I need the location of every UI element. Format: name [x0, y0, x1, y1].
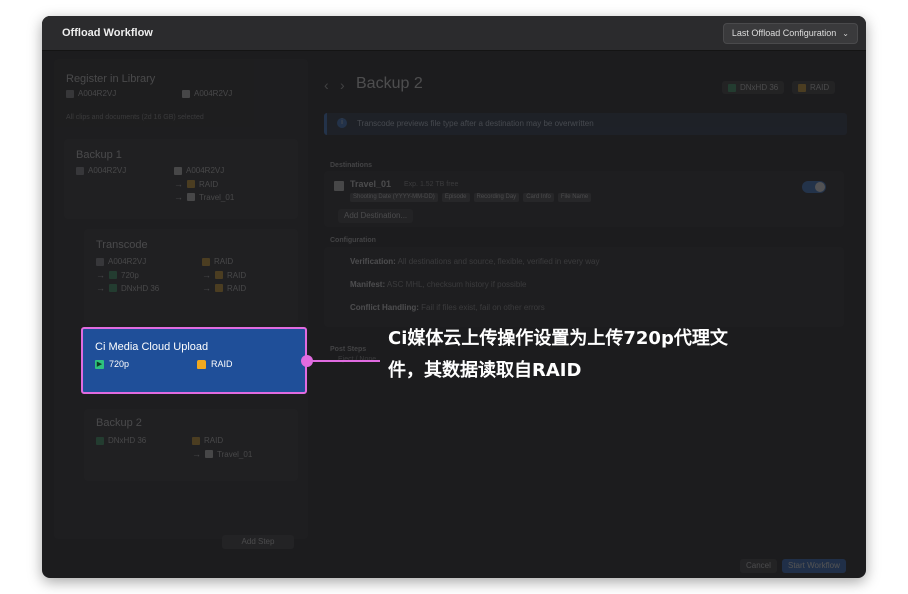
conflict-handling-row[interactable]: Conflict Handling: Fail if files exist, … [350, 303, 545, 312]
step-title: Backup 2 [356, 75, 423, 92]
drive-icon [205, 450, 213, 458]
backup2-card[interactable]: Backup 2 DNxHD 36 RAID → Travel_01 [84, 409, 298, 481]
forward-chevron-icon[interactable]: › [340, 77, 345, 93]
arrow-right-icon: → [202, 283, 211, 293]
title-bar: Offload Workflow Last Offload Configurat… [42, 16, 866, 51]
callout-connector-line [306, 360, 380, 362]
post-steps-label: Post Steps [330, 346, 367, 353]
proxy-icon [96, 436, 104, 445]
card-icon [76, 166, 84, 175]
path-template: Shooting Date (YYYY-MM-DD) Episode Recor… [350, 193, 592, 202]
backup1-dest-raid: → RAID [174, 179, 219, 189]
transcode-card[interactable]: Transcode A004R2VJ RAID → 720p → RAID → … [84, 229, 298, 324]
proxy-icon [109, 271, 117, 279]
raid-icon [798, 83, 806, 92]
raid-icon [192, 436, 200, 445]
register-title: Register in Library [66, 73, 156, 85]
drive-icon [187, 193, 195, 201]
upload-source: RAID [197, 359, 233, 369]
arrow-right-icon: → [174, 192, 183, 202]
path-chip: Card Info [523, 193, 554, 202]
raid-icon [197, 359, 206, 369]
destinations-label: Destinations [330, 162, 373, 169]
arrow-right-icon: → [174, 179, 183, 189]
destination-toggle[interactable] [802, 181, 826, 193]
callout-line-1: Ci媒体云上传操作设置为上传720p代理文 [388, 328, 728, 349]
workflow-steps-panel: Register in Library A004R2VJ A004R2VJ Al… [54, 59, 308, 549]
callout-connector-dot [301, 355, 313, 367]
info-icon: i [337, 118, 347, 128]
ci-media-cloud-upload-card[interactable]: Ci Media Cloud Upload ▶ 720p RAID [81, 327, 307, 394]
arrow-right-icon: → [202, 270, 211, 280]
manifest-row[interactable]: Manifest: ASC MHL, checksum history if p… [350, 280, 527, 289]
start-workflow-button[interactable]: Start Workflow [782, 559, 846, 573]
upload-proxy: ▶ 720p [95, 359, 130, 369]
arrow-right-icon: → [96, 270, 105, 280]
info-banner: i Transcode previews file type after a d… [324, 113, 847, 135]
proxy-icon [109, 284, 117, 292]
drive-icon [182, 89, 190, 98]
configuration-box: Verification: All destinations and sourc… [324, 247, 844, 327]
drive-icon [334, 181, 344, 191]
drive-icon [174, 166, 182, 175]
add-step-button[interactable]: Add Step [222, 535, 294, 549]
transcode-target: RAID [202, 257, 233, 266]
destinations-box: Travel_01 Exp. 1.52 TB free Shooting Dat… [324, 171, 844, 227]
step-detail-panel: ‹ › Backup 2 DNxHD 36 RAID i Transcode p… [316, 59, 856, 573]
backup2-raid: RAID [192, 436, 223, 445]
transcode-720p: → 720p [96, 270, 139, 280]
configuration-dropdown-label: Last Offload Configuration [731, 28, 837, 38]
backup1-drive: A004R2VJ [174, 166, 224, 175]
format-tag: DNxHD 36 [722, 81, 785, 94]
destination-meta: Exp. 1.52 TB free [404, 181, 459, 188]
arrow-right-icon: → [192, 449, 201, 459]
backup1-title: Backup 1 [76, 149, 122, 161]
configuration-dropdown[interactable]: Last Offload Configuration ⌄ [722, 23, 858, 44]
proxy-icon [728, 83, 736, 92]
card-icon [66, 89, 74, 98]
destination-name: Travel_01 [350, 179, 392, 189]
path-chip: Recording Day [473, 193, 520, 202]
path-chip: File Name [557, 193, 592, 202]
callout-annotation: Ci媒体云上传操作设置为上传720p代理文 件，其数据读取自RAID [388, 323, 788, 387]
transcode-dnxhd: → DNxHD 36 [96, 283, 160, 293]
raid-icon [215, 271, 223, 279]
cancel-button[interactable]: Cancel [740, 559, 777, 573]
backup2-travel: → Travel_01 [192, 449, 253, 459]
transcode-source: A004R2VJ [96, 257, 146, 266]
register-device: A004R2VJ [182, 89, 232, 98]
backup2-title: Backup 2 [96, 417, 142, 429]
chevron-down-icon: ⌄ [842, 29, 849, 38]
upload-card-title: Ci Media Cloud Upload [95, 341, 209, 353]
transcode-720p-dest: → RAID [202, 270, 247, 280]
backup1-card[interactable]: Backup 1 A004R2VJ A004R2VJ → RAID → Trav… [64, 139, 298, 219]
storage-tag: RAID [792, 81, 836, 94]
register-note: All clips and documents (2d 16 GB) selec… [66, 114, 204, 121]
register-source: A004R2VJ [66, 89, 116, 98]
back-chevron-icon[interactable]: ‹ [324, 77, 329, 93]
offload-workflow-window: Offload Workflow Last Offload Configurat… [42, 16, 866, 578]
main-content: Register in Library A004R2VJ A004R2VJ Al… [42, 51, 866, 578]
window-title: Offload Workflow [62, 27, 153, 39]
verification-row[interactable]: Verification: All destinations and sourc… [350, 257, 599, 266]
backup2-source: DNxHD 36 [96, 436, 146, 445]
raid-icon [202, 257, 210, 266]
path-chip: Episode [441, 193, 470, 202]
configuration-label: Configuration [330, 237, 376, 244]
path-chip: Shooting Date (YYYY-MM-DD) [350, 193, 438, 202]
play-icon: ▶ [95, 359, 104, 369]
backup1-dest-travel: → Travel_01 [174, 192, 235, 202]
backup1-source: A004R2VJ [76, 166, 126, 175]
arrow-right-icon: → [96, 283, 105, 293]
info-banner-text: Transcode previews file type after a des… [357, 119, 594, 128]
raid-icon [187, 180, 195, 188]
transcode-dnxhd-dest: → RAID [202, 283, 247, 293]
raid-icon [215, 284, 223, 292]
card-icon [96, 257, 104, 266]
transcode-title: Transcode [96, 239, 148, 251]
add-destination-button[interactable]: Add Destination... [338, 209, 414, 223]
callout-line-2: 件，其数据读取自RAID [388, 360, 582, 381]
